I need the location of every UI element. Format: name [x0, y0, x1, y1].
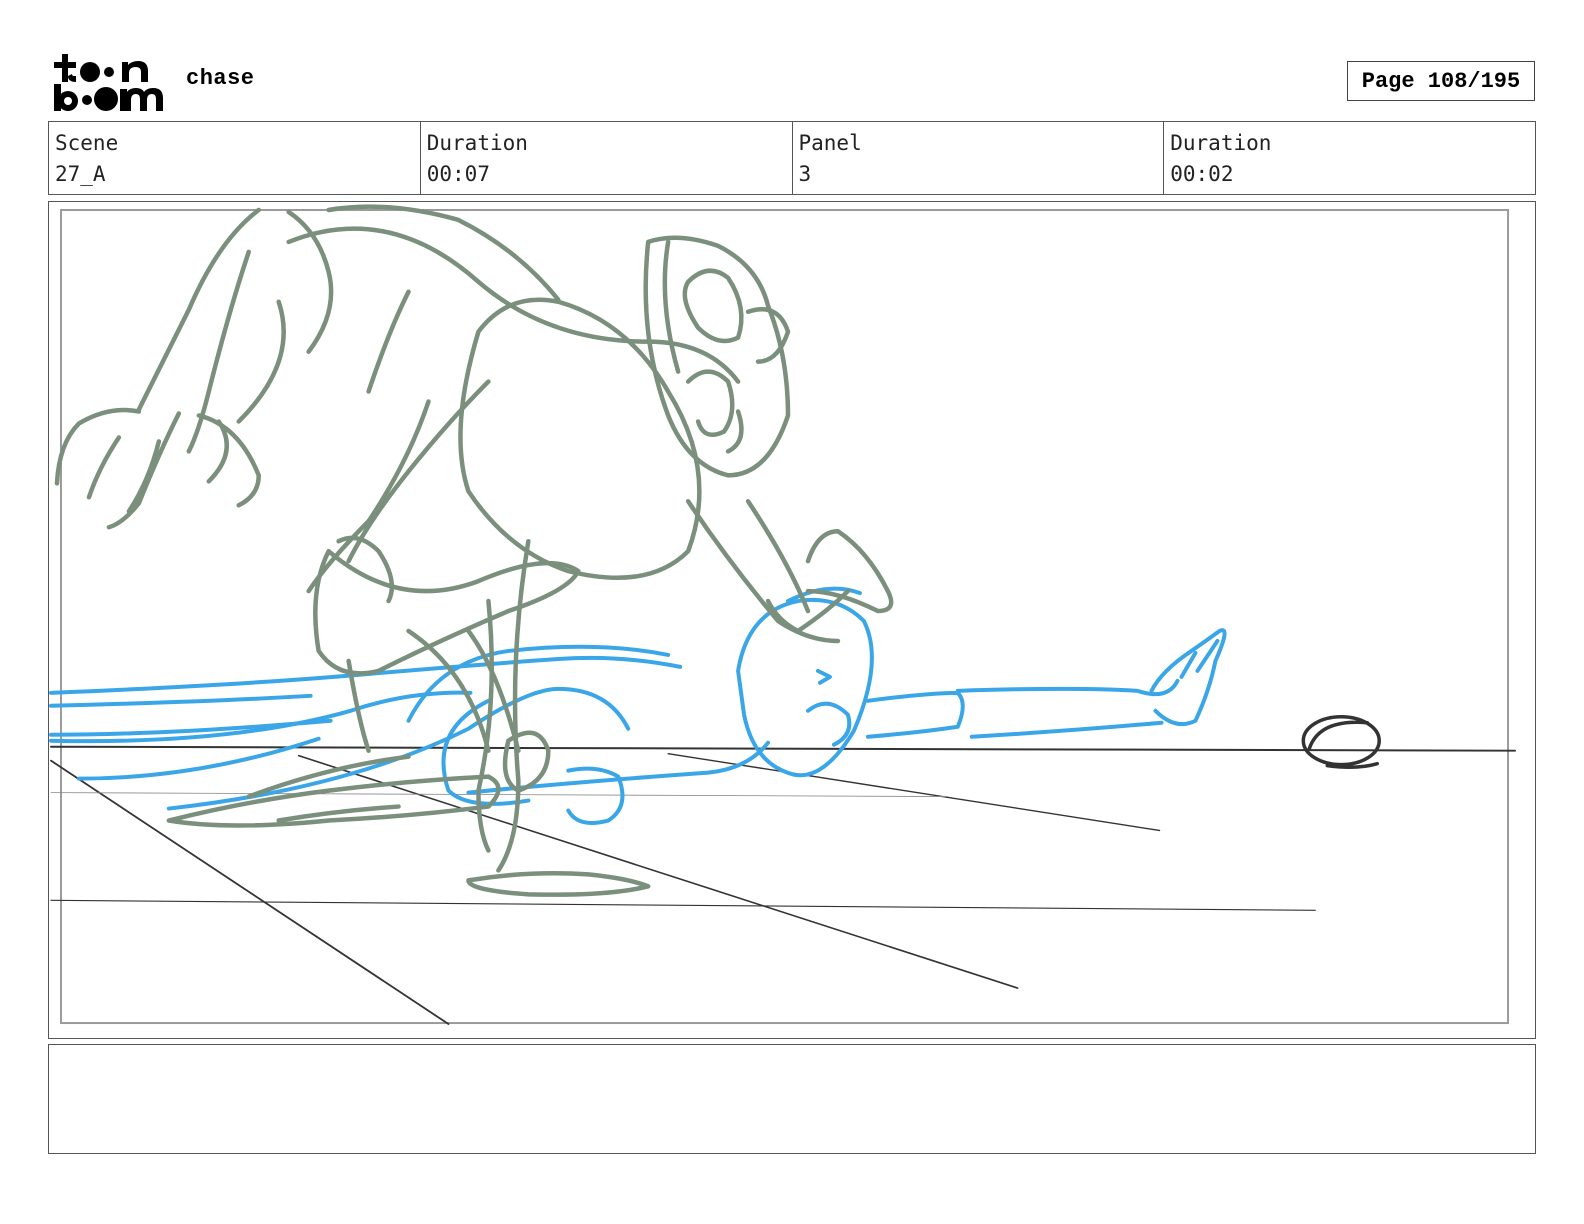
scene-label: Scene: [55, 131, 119, 155]
storyboard-panel: [48, 201, 1536, 1039]
page-number: Page 108/195: [1347, 61, 1535, 101]
panel-duration-value: 00:02: [1170, 162, 1234, 186]
scene-duration-cell: Duration 00:07: [421, 122, 793, 194]
panel-duration-label: Duration: [1170, 131, 1272, 155]
scene-value: 27_A: [55, 162, 106, 186]
scene-duration-label: Duration: [426, 131, 528, 155]
panel-sketch: [49, 204, 1517, 1025]
panel-duration-cell: Duration 00:02: [1164, 122, 1535, 194]
panel-cell: Panel 3: [793, 122, 1165, 194]
panel-notes-box[interactable]: [48, 1044, 1536, 1154]
scene-duration-value: 00:07: [426, 162, 490, 186]
character-two-sketch: [49, 586, 1227, 825]
ball-sketch: [1301, 715, 1381, 769]
scene-cell: Scene 27_A: [49, 122, 421, 194]
panel-value: 3: [798, 162, 812, 186]
safe-frame: [59, 208, 1510, 1025]
project-title: chase: [186, 66, 255, 91]
scene-info-row: Scene 27_A Duration 00:07 Panel 3 Durati…: [48, 121, 1536, 195]
toon-boom-logo: [52, 52, 164, 112]
panel-label: Panel: [798, 131, 862, 155]
